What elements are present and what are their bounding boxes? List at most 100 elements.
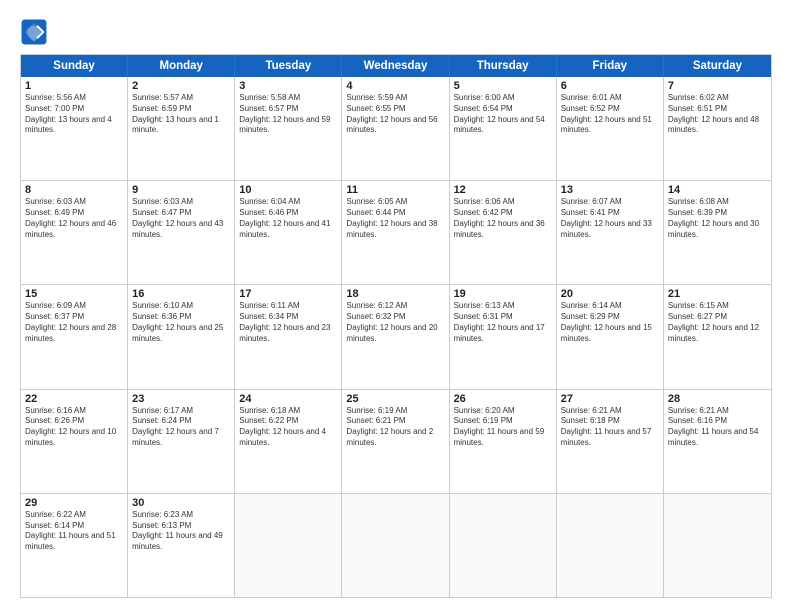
day-number: 18 [346,288,444,300]
day-number: 3 [239,80,337,92]
cell-info: Sunrise: 5:58 AM Sunset: 6:57 PM Dayligh… [239,93,337,136]
day-number: 23 [132,393,230,405]
calendar-body: 1Sunrise: 5:56 AM Sunset: 7:00 PM Daylig… [21,77,771,597]
cal-cell-4-0: 29Sunrise: 6:22 AM Sunset: 6:14 PM Dayli… [21,494,128,597]
header-saturday: Saturday [664,55,771,77]
cell-info: Sunrise: 6:13 AM Sunset: 6:31 PM Dayligh… [454,301,552,344]
cal-cell-4-4 [450,494,557,597]
page: Sunday Monday Tuesday Wednesday Thursday… [0,0,792,612]
cal-cell-1-4: 12Sunrise: 6:06 AM Sunset: 6:42 PM Dayli… [450,181,557,284]
cell-info: Sunrise: 6:22 AM Sunset: 6:14 PM Dayligh… [25,510,123,553]
header-thursday: Thursday [450,55,557,77]
cell-info: Sunrise: 6:17 AM Sunset: 6:24 PM Dayligh… [132,406,230,449]
header-monday: Monday [128,55,235,77]
week-row-4: 29Sunrise: 6:22 AM Sunset: 6:14 PM Dayli… [21,494,771,597]
day-number: 15 [25,288,123,300]
cell-info: Sunrise: 6:16 AM Sunset: 6:26 PM Dayligh… [25,406,123,449]
cal-cell-0-5: 6Sunrise: 6:01 AM Sunset: 6:52 PM Daylig… [557,77,664,180]
cal-cell-3-3: 25Sunrise: 6:19 AM Sunset: 6:21 PM Dayli… [342,390,449,493]
logo [20,18,52,46]
cal-cell-1-3: 11Sunrise: 6:05 AM Sunset: 6:44 PM Dayli… [342,181,449,284]
day-number: 4 [346,80,444,92]
cal-cell-0-4: 5Sunrise: 6:00 AM Sunset: 6:54 PM Daylig… [450,77,557,180]
cal-cell-1-5: 13Sunrise: 6:07 AM Sunset: 6:41 PM Dayli… [557,181,664,284]
day-number: 27 [561,393,659,405]
cell-info: Sunrise: 6:19 AM Sunset: 6:21 PM Dayligh… [346,406,444,449]
header-wednesday: Wednesday [342,55,449,77]
cal-cell-0-2: 3Sunrise: 5:58 AM Sunset: 6:57 PM Daylig… [235,77,342,180]
day-number: 1 [25,80,123,92]
calendar: Sunday Monday Tuesday Wednesday Thursday… [20,54,772,598]
week-row-0: 1Sunrise: 5:56 AM Sunset: 7:00 PM Daylig… [21,77,771,181]
day-number: 10 [239,184,337,196]
day-number: 12 [454,184,552,196]
cal-cell-0-1: 2Sunrise: 5:57 AM Sunset: 6:59 PM Daylig… [128,77,235,180]
day-number: 8 [25,184,123,196]
week-row-3: 22Sunrise: 6:16 AM Sunset: 6:26 PM Dayli… [21,390,771,494]
day-number: 20 [561,288,659,300]
logo-icon [20,18,48,46]
cell-info: Sunrise: 6:23 AM Sunset: 6:13 PM Dayligh… [132,510,230,553]
cell-info: Sunrise: 5:57 AM Sunset: 6:59 PM Dayligh… [132,93,230,136]
cell-info: Sunrise: 6:08 AM Sunset: 6:39 PM Dayligh… [668,197,767,240]
cal-cell-4-3 [342,494,449,597]
day-number: 29 [25,497,123,509]
cal-cell-0-3: 4Sunrise: 5:59 AM Sunset: 6:55 PM Daylig… [342,77,449,180]
header-tuesday: Tuesday [235,55,342,77]
cal-cell-2-4: 19Sunrise: 6:13 AM Sunset: 6:31 PM Dayli… [450,285,557,388]
day-number: 16 [132,288,230,300]
cal-cell-3-4: 26Sunrise: 6:20 AM Sunset: 6:19 PM Dayli… [450,390,557,493]
cell-info: Sunrise: 6:10 AM Sunset: 6:36 PM Dayligh… [132,301,230,344]
cell-info: Sunrise: 6:21 AM Sunset: 6:16 PM Dayligh… [668,406,767,449]
cal-cell-1-2: 10Sunrise: 6:04 AM Sunset: 6:46 PM Dayli… [235,181,342,284]
day-number: 2 [132,80,230,92]
cal-cell-2-3: 18Sunrise: 6:12 AM Sunset: 6:32 PM Dayli… [342,285,449,388]
cal-cell-3-2: 24Sunrise: 6:18 AM Sunset: 6:22 PM Dayli… [235,390,342,493]
cal-cell-0-0: 1Sunrise: 5:56 AM Sunset: 7:00 PM Daylig… [21,77,128,180]
day-number: 24 [239,393,337,405]
cell-info: Sunrise: 6:18 AM Sunset: 6:22 PM Dayligh… [239,406,337,449]
day-number: 13 [561,184,659,196]
cal-cell-2-2: 17Sunrise: 6:11 AM Sunset: 6:34 PM Dayli… [235,285,342,388]
cal-cell-4-5 [557,494,664,597]
day-number: 11 [346,184,444,196]
cal-cell-4-1: 30Sunrise: 6:23 AM Sunset: 6:13 PM Dayli… [128,494,235,597]
cal-cell-1-6: 14Sunrise: 6:08 AM Sunset: 6:39 PM Dayli… [664,181,771,284]
day-number: 7 [668,80,767,92]
cell-info: Sunrise: 6:20 AM Sunset: 6:19 PM Dayligh… [454,406,552,449]
week-row-1: 8Sunrise: 6:03 AM Sunset: 6:49 PM Daylig… [21,181,771,285]
cal-cell-2-0: 15Sunrise: 6:09 AM Sunset: 6:37 PM Dayli… [21,285,128,388]
cal-cell-2-5: 20Sunrise: 6:14 AM Sunset: 6:29 PM Dayli… [557,285,664,388]
cell-info: Sunrise: 6:07 AM Sunset: 6:41 PM Dayligh… [561,197,659,240]
day-number: 5 [454,80,552,92]
cell-info: Sunrise: 6:21 AM Sunset: 6:18 PM Dayligh… [561,406,659,449]
day-number: 22 [25,393,123,405]
cal-cell-4-6 [664,494,771,597]
header [20,18,772,46]
cell-info: Sunrise: 6:09 AM Sunset: 6:37 PM Dayligh… [25,301,123,344]
cell-info: Sunrise: 5:56 AM Sunset: 7:00 PM Dayligh… [25,93,123,136]
cell-info: Sunrise: 6:14 AM Sunset: 6:29 PM Dayligh… [561,301,659,344]
cell-info: Sunrise: 6:00 AM Sunset: 6:54 PM Dayligh… [454,93,552,136]
day-number: 14 [668,184,767,196]
day-number: 30 [132,497,230,509]
day-number: 9 [132,184,230,196]
day-number: 25 [346,393,444,405]
cal-cell-3-5: 27Sunrise: 6:21 AM Sunset: 6:18 PM Dayli… [557,390,664,493]
day-number: 19 [454,288,552,300]
cell-info: Sunrise: 6:15 AM Sunset: 6:27 PM Dayligh… [668,301,767,344]
cell-info: Sunrise: 6:11 AM Sunset: 6:34 PM Dayligh… [239,301,337,344]
cal-cell-3-0: 22Sunrise: 6:16 AM Sunset: 6:26 PM Dayli… [21,390,128,493]
cal-cell-4-2 [235,494,342,597]
cell-info: Sunrise: 6:02 AM Sunset: 6:51 PM Dayligh… [668,93,767,136]
day-number: 26 [454,393,552,405]
day-number: 21 [668,288,767,300]
cell-info: Sunrise: 6:04 AM Sunset: 6:46 PM Dayligh… [239,197,337,240]
cal-cell-2-6: 21Sunrise: 6:15 AM Sunset: 6:27 PM Dayli… [664,285,771,388]
cal-cell-3-6: 28Sunrise: 6:21 AM Sunset: 6:16 PM Dayli… [664,390,771,493]
cell-info: Sunrise: 6:12 AM Sunset: 6:32 PM Dayligh… [346,301,444,344]
cal-cell-2-1: 16Sunrise: 6:10 AM Sunset: 6:36 PM Dayli… [128,285,235,388]
day-number: 28 [668,393,767,405]
cell-info: Sunrise: 5:59 AM Sunset: 6:55 PM Dayligh… [346,93,444,136]
cell-info: Sunrise: 6:06 AM Sunset: 6:42 PM Dayligh… [454,197,552,240]
